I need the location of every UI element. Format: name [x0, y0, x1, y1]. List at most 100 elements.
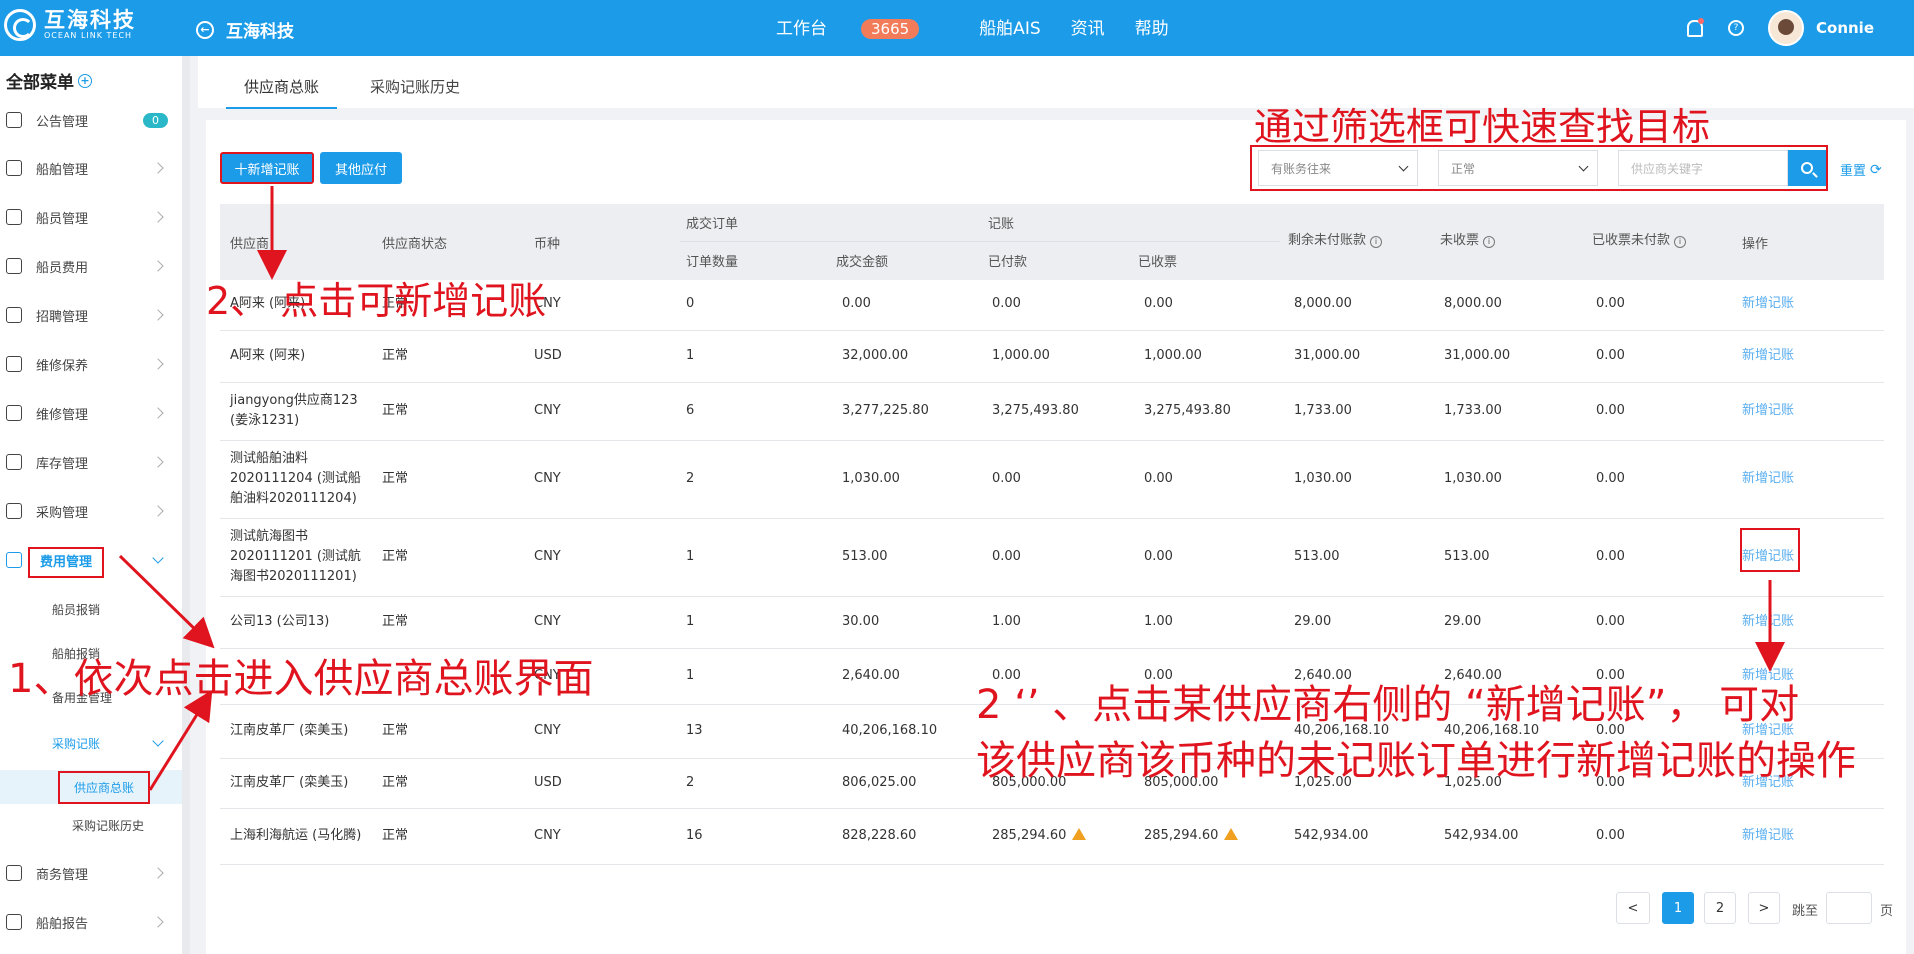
cell-remaining: 8,000.00 [1294, 296, 1352, 311]
page-suffix: 页 [1880, 904, 1894, 919]
account-filter-select[interactable]: 有账务往来 [1258, 150, 1418, 186]
chevron-right-icon [152, 407, 164, 419]
cell-op[interactable]: 新增记账 [1742, 612, 1794, 632]
th-deal-orders: 成交订单 [686, 217, 739, 232]
nav-ais[interactable]: 船舶AIS [979, 14, 1040, 39]
sidebar-sub-purchase-history[interactable]: 采购记账历史 [0, 810, 182, 840]
cell-count: 2 [686, 775, 695, 790]
prev-page-button[interactable]: < [1616, 892, 1650, 924]
globe-icon [6, 865, 22, 881]
workbench-count-badge: 3665 [861, 19, 920, 39]
cell-invoiced: 0.00 [1144, 471, 1173, 486]
page-2-button[interactable]: 2 [1704, 892, 1736, 924]
cell-currency: CNY [534, 549, 561, 564]
other-payable-button[interactable]: 其他应付 [320, 152, 402, 184]
notification-bell-icon[interactable] [1684, 18, 1704, 38]
add-menu-icon[interactable]: + [78, 73, 92, 88]
cell-paid: 1,000.00 [992, 348, 1050, 363]
cell-not-invoiced: 542,934.00 [1444, 828, 1519, 843]
warning-icon[interactable] [1224, 828, 1239, 840]
expense-label: 费用管理 [28, 546, 105, 578]
cell-supplier: 江南皮革厂 (栾美玉) [230, 723, 349, 738]
sidebar-item-ship[interactable]: 船舶管理 [0, 148, 182, 188]
search-icon [1801, 162, 1813, 174]
nav-news[interactable]: 资讯 [1071, 14, 1105, 39]
avatar[interactable] [1768, 10, 1804, 46]
cell-remaining: 513.00 [1294, 549, 1340, 564]
sidebar-sub-purchase-ledger[interactable]: 采购记账 [0, 728, 182, 758]
cell-amount: 3,277,225.80 [842, 403, 929, 418]
add-ledger-button[interactable]: 十新增记账 [220, 152, 314, 184]
company-logo[interactable]: 互海科技 OCEAN LINK TECH [4, 9, 136, 41]
help-icon[interactable]: ? [1728, 20, 1744, 36]
supplier-search-input[interactable]: 供应商关键字 [1618, 150, 1788, 186]
back-button[interactable]: ← 互海科技 [196, 17, 294, 42]
sidebar-item-expense[interactable]: 费用管理 [0, 540, 182, 580]
sidebar-sub-crew-reimburse[interactable]: 船员报销 [0, 594, 182, 624]
next-page-button[interactable]: > [1748, 892, 1780, 924]
status-filter-select[interactable]: 正常 [1438, 150, 1598, 186]
cell-supplier: 江南皮革厂 (栾美玉) [230, 775, 349, 790]
cell-invoiced: 0.00 [1144, 549, 1173, 564]
sidebar-item-business[interactable]: 商务管理 [0, 853, 182, 893]
info-icon[interactable]: i [1674, 236, 1687, 248]
logo-icon [4, 9, 36, 41]
report-icon [6, 914, 22, 930]
th-paid: 已付款 [988, 255, 1028, 270]
row-divider [220, 382, 1884, 383]
cell-supplier: 公司13 (公司13) [230, 614, 330, 629]
add-annotation: 2、 点击可新增记账 [206, 279, 547, 323]
cell-op[interactable]: 新增记账 [1742, 294, 1794, 314]
sidebar-item-ship-report[interactable]: 船舶报告 [0, 902, 182, 942]
tab-purchase-history[interactable]: 采购记账历史 [370, 76, 460, 97]
jump-page-input[interactable] [1826, 892, 1872, 924]
cell-supplier: 测试航海图书2020111201 (测试航海图书2020111201) [230, 529, 361, 584]
cell-op[interactable]: 新增记账 [1742, 346, 1794, 366]
nav-workbench[interactable]: 工作台 3665 [776, 14, 949, 39]
sidebar-item-announcement[interactable]: 公告管理 0 [0, 100, 182, 140]
reset-button[interactable]: 重置 ⟳ [1840, 160, 1882, 180]
cell-not-invoiced: 1,733.00 [1444, 403, 1502, 418]
sidebar: 全部菜单 + 公告管理 0 船舶管理 船员管理 船员费用 招聘管理 维修保养 维修… [0, 56, 190, 954]
th-not-invoiced: 未收票 i [1440, 229, 1496, 248]
cell-status: 正常 [382, 614, 409, 629]
sidebar-sub-supplier-ledger[interactable]: 供应商总账 [0, 770, 182, 804]
row-divider [220, 440, 1884, 441]
sidebar-item-maintenance[interactable]: 维修保养 [0, 344, 182, 384]
cell-remaining: 1,733.00 [1294, 403, 1352, 418]
tab-supplier-ledger[interactable]: 供应商总账 [226, 76, 338, 109]
th-bookkeeping: 记账 [988, 217, 1015, 232]
sidebar-item-crew-cost[interactable]: 船员费用 [0, 246, 182, 286]
sidebar-item-purchase[interactable]: 采购管理 [0, 491, 182, 531]
cell-count: 1 [686, 614, 695, 629]
cell-status: 正常 [382, 828, 409, 843]
sidebar-item-repair[interactable]: 维修管理 [0, 393, 182, 433]
warning-icon[interactable] [1072, 828, 1087, 840]
cell-supplier: 测试船舶油料2020111204 (测试船舶油料2020111204) [230, 451, 361, 506]
sidebar-item-inventory[interactable]: 库存管理 [0, 442, 182, 482]
cell-not-invoiced: 29.00 [1444, 614, 1482, 629]
cell-op[interactable]: 新增记账 [1742, 469, 1794, 489]
cell-amount: 2,640.00 [842, 668, 900, 683]
cell-count: 16 [686, 828, 703, 843]
username[interactable]: Connie [1816, 19, 1874, 37]
info-icon[interactable]: i [1370, 236, 1383, 248]
info-icon[interactable]: i [1483, 236, 1496, 248]
sidebar-item-crew[interactable]: 船员管理 [0, 197, 182, 237]
person-icon [6, 307, 22, 323]
tool-icon [6, 356, 22, 372]
cell-currency: CNY [534, 614, 561, 629]
page-1-button[interactable]: 1 [1662, 892, 1694, 924]
cell-op[interactable]: 新增记账 [1742, 401, 1794, 421]
nav-help[interactable]: 帮助 [1135, 14, 1169, 39]
search-button[interactable] [1788, 150, 1826, 186]
cell-status: 正常 [382, 471, 409, 486]
sidebar-item-recruit[interactable]: 招聘管理 [0, 295, 182, 335]
cell-inv-unpaid: 0.00 [1596, 828, 1625, 843]
row-divider [220, 808, 1884, 809]
th-invoiced: 已收票 [1138, 255, 1178, 270]
step1-annotation: 1、依次点击进入供应商总账界面 [8, 656, 594, 702]
cell-invoiced: 1,000.00 [1144, 348, 1202, 363]
cell-op[interactable]: 新增记账 [1742, 826, 1794, 846]
cell-amount: 1,030.00 [842, 471, 900, 486]
